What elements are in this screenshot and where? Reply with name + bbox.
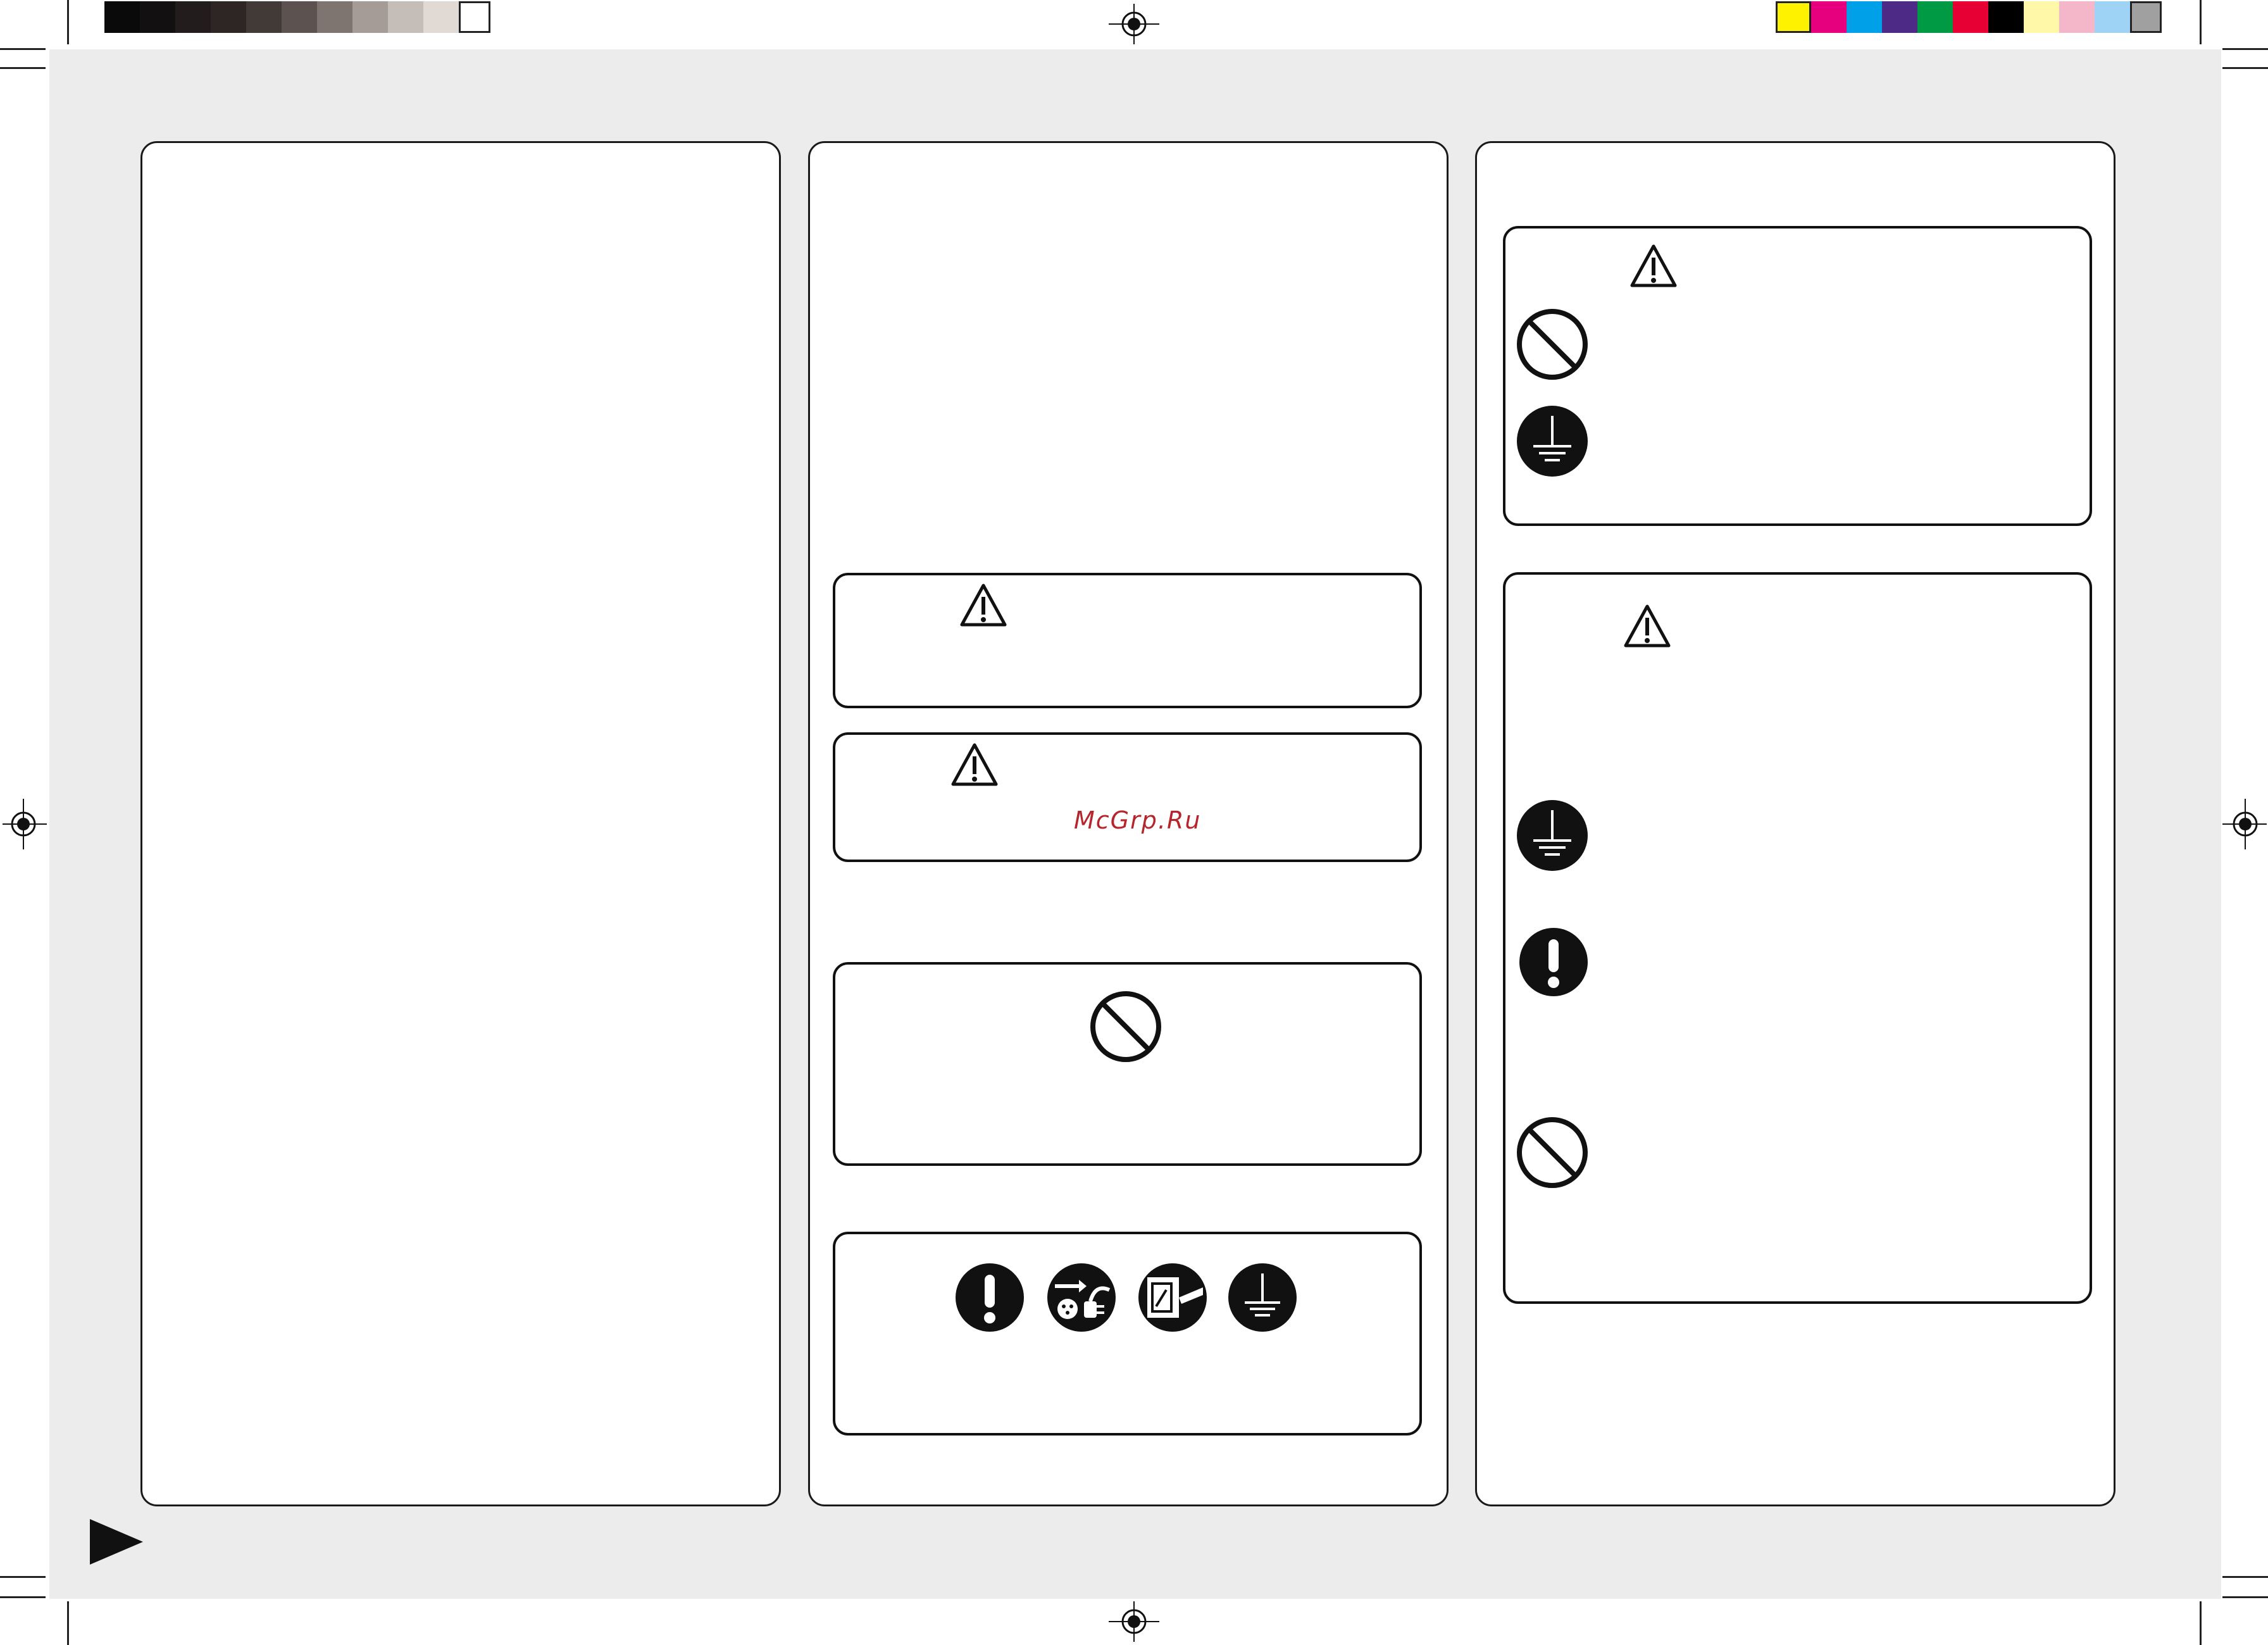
color-swatch: [1953, 1, 1988, 33]
color-swatch: [2095, 1, 2130, 33]
warning-box: [833, 573, 1422, 708]
gray-swatch: [246, 1, 282, 33]
color-swatch: [1882, 1, 1917, 33]
registration-mark-icon: [2222, 799, 2267, 849]
warning-triangle-icon: [1624, 604, 1671, 647]
prohibition-icon: [1517, 309, 1588, 380]
gray-swatch: [317, 1, 352, 33]
warning-box: [1503, 226, 2092, 526]
right-column-panel: [1475, 141, 2115, 1506]
color-swatch: [1917, 1, 1953, 33]
unplug-icon: [1047, 1263, 1116, 1332]
gray-swatch: [282, 1, 317, 33]
warning-triangle-icon: [960, 584, 1007, 627]
prohibition-icon: [1090, 991, 1161, 1062]
color-swatch: [2024, 1, 2059, 33]
exclamation-icon: [1519, 928, 1588, 996]
gray-swatch: [140, 1, 175, 33]
warning-triangle-icon: [951, 743, 998, 786]
instructions-box: [833, 1232, 1422, 1435]
gray-swatch: [388, 1, 423, 33]
gray-swatch: [352, 1, 388, 33]
color-swatch: [1988, 1, 2024, 33]
color-swatch: [1776, 1, 1811, 33]
prohibition-icon: [1517, 1117, 1588, 1188]
ground-icon: [1517, 800, 1588, 871]
ground-icon: [1517, 406, 1588, 477]
registration-mark-icon: [3, 799, 47, 849]
gray-swatch: [104, 1, 140, 33]
caution-box: [833, 732, 1422, 862]
warning-triangle-icon: [1630, 244, 1677, 287]
color-swatch: [2059, 1, 2095, 33]
left-column-panel: [140, 141, 781, 1506]
color-swatch: [1847, 1, 1882, 33]
exclamation-icon: [956, 1263, 1024, 1332]
gray-swatch: [423, 1, 459, 33]
gray-swatch: [459, 1, 490, 33]
prohibition-box: [833, 962, 1422, 1166]
next-page-arrow-icon[interactable]: [90, 1519, 143, 1565]
color-swatch: [2130, 1, 2162, 33]
registration-mark-icon: [1109, 1601, 1159, 1642]
registration-mark-icon: [1109, 4, 1159, 44]
breaker-icon: [1138, 1263, 1207, 1332]
gray-swatch: [175, 1, 211, 33]
caution-box: [1503, 572, 2092, 1304]
ground-icon: [1228, 1263, 1297, 1332]
color-swatch: [1811, 1, 1847, 33]
watermark-text: McGrp.Ru: [1074, 806, 1202, 834]
gray-swatch: [211, 1, 246, 33]
